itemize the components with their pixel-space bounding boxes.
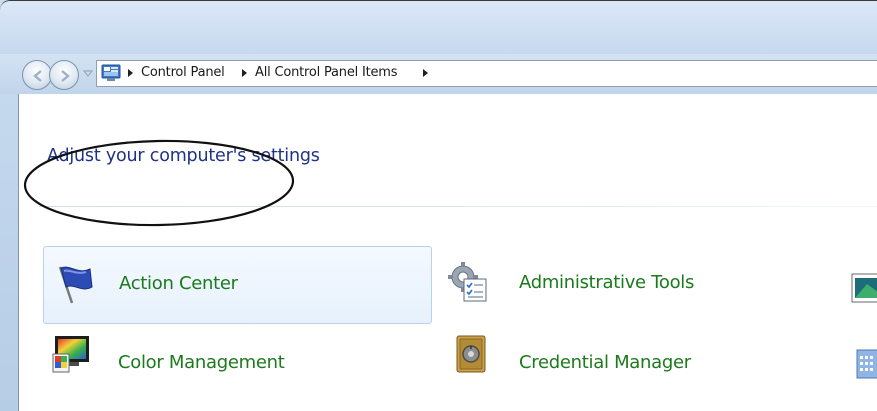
page-title: Adjust your computer's settings bbox=[47, 146, 320, 166]
breadcrumb-separator-icon[interactable] bbox=[423, 69, 428, 77]
forward-arrow-icon bbox=[61, 70, 70, 82]
breadcrumb-separator-icon[interactable] bbox=[128, 69, 133, 77]
control-panel-item-credential-manager[interactable]: Credential Manager bbox=[447, 326, 837, 404]
breadcrumb-all-items[interactable]: All Control Panel Items bbox=[255, 65, 398, 80]
credential-manager-icon bbox=[456, 335, 486, 373]
back-arrow-icon bbox=[33, 70, 42, 82]
partial-item-icon[interactable] bbox=[853, 346, 877, 380]
color-management-icon bbox=[52, 336, 89, 373]
item-label[interactable]: Credential Manager bbox=[519, 352, 691, 373]
control-panel-item-administrative-tools[interactable]: Administrative Tools bbox=[447, 246, 837, 324]
item-label[interactable]: Action Center bbox=[119, 273, 238, 294]
address-bar[interactable]: Control Panel All Control Panel Items bbox=[96, 60, 877, 87]
window-frame: Control Panel All Control Panel Items Ad… bbox=[0, 0, 877, 411]
breadcrumb-control-panel[interactable]: Control Panel bbox=[141, 65, 225, 80]
administrative-tools-icon bbox=[448, 262, 487, 302]
content-pane: Adjust your computer's settings Action C… bbox=[18, 94, 877, 411]
control-panel-item-action-center[interactable]: Action Center bbox=[43, 246, 432, 324]
navigation-bar: Control Panel All Control Panel Items bbox=[0, 54, 877, 94]
back-button[interactable] bbox=[22, 60, 52, 90]
item-label[interactable]: Administrative Tools bbox=[519, 272, 694, 293]
title-bar bbox=[0, 0, 877, 55]
action-center-flag-icon bbox=[58, 266, 93, 304]
partial-item-icon[interactable] bbox=[851, 272, 877, 304]
recent-pages-dropdown-icon[interactable] bbox=[82, 68, 94, 80]
forward-button[interactable] bbox=[49, 60, 79, 90]
control-panel-icon bbox=[101, 64, 121, 81]
breadcrumb-separator-icon[interactable] bbox=[242, 69, 247, 77]
item-label[interactable]: Color Management bbox=[118, 352, 285, 373]
divider bbox=[39, 206, 877, 207]
control-panel-item-color-management[interactable]: Color Management bbox=[43, 326, 432, 404]
